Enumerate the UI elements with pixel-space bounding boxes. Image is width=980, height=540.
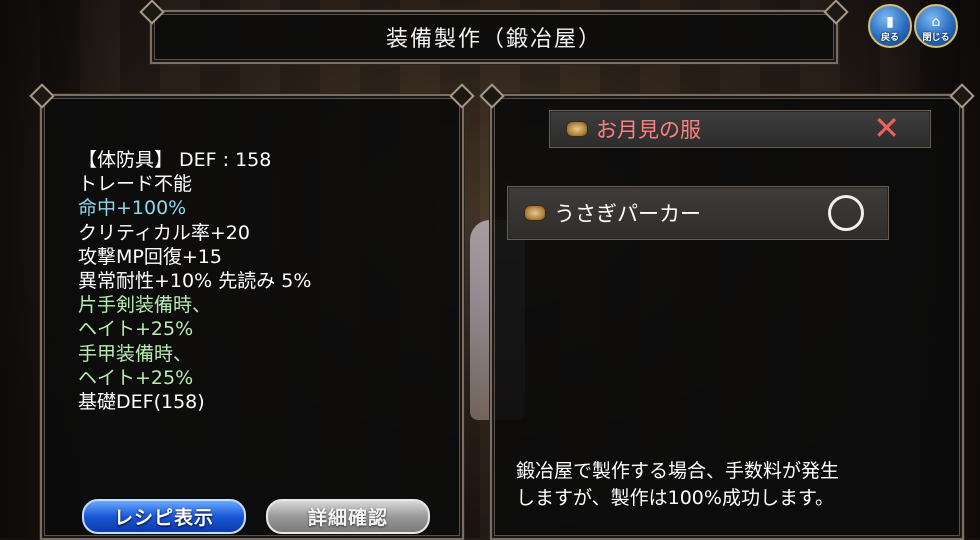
stat-line: 命中+100%: [78, 197, 187, 220]
window-title: 装備製作（鍛冶屋）: [385, 27, 602, 52]
back-label: 戻る: [880, 33, 899, 43]
stat-line: 異常耐性+10% 先読み 5%: [78, 270, 312, 293]
recipe-item-otsukimi[interactable]: お月見の服 ✕: [549, 109, 931, 148]
stat-line: 基礎DEF(158): [78, 391, 205, 414]
detail-check-button[interactable]: 詳細確認: [266, 499, 430, 534]
note-line: しますが、製作は100%成功します。: [516, 487, 835, 509]
stats-list: 【体防具】 DEF : 158 トレード不能 命中+100% クリティカル率+2…: [78, 148, 311, 414]
crafting-note: 鍛冶屋で製作する場合、手数料が発生 しますが、製作は100%成功します。: [516, 458, 839, 512]
mouse-icon: ▮: [886, 14, 894, 30]
stat-line: 攻撃MP回復+15: [78, 245, 222, 268]
stat-line: クリティカル率+20: [78, 221, 250, 244]
available-circle-icon: [828, 195, 864, 231]
recipe-item-usagi[interactable]: うさぎパーカー: [507, 186, 889, 240]
stat-line: 【体防具】 DEF : 158: [78, 149, 272, 171]
title-bar: 装備製作（鍛冶屋）: [150, 10, 838, 64]
back-button[interactable]: ▮ 戻る: [868, 4, 912, 48]
stat-line: ヘイト+25%: [78, 366, 194, 389]
unavailable-x-icon: ✕: [873, 109, 900, 147]
item-stats-panel: 【体防具】 DEF : 158 トレード不能 命中+100% クリティカル率+2…: [40, 94, 464, 540]
close-label: 閉じる: [922, 33, 950, 43]
stat-line: 手甲装備時、: [78, 342, 193, 365]
recipe-display-button[interactable]: レシピ表示: [82, 499, 246, 534]
stat-line: トレード不能: [78, 173, 193, 196]
recipe-panel: お月見の服 ✕ うさぎパーカー 鍛冶屋で製作する場合、手数料が発生 しますが、製…: [490, 94, 964, 540]
note-line: 鍛冶屋で製作する場合、手数料が発生: [516, 460, 840, 482]
recipe-name: お月見の服: [596, 118, 701, 142]
clothing-icon: [566, 121, 588, 137]
home-icon: ⌂: [931, 14, 941, 30]
stat-line: 片手剣装備時、: [78, 294, 212, 317]
close-button[interactable]: ⌂ 閉じる: [914, 4, 958, 48]
recipe-name: うさぎパーカー: [554, 202, 701, 226]
stat-line: ヘイト+25%: [78, 318, 194, 341]
clothing-icon: [524, 205, 546, 221]
